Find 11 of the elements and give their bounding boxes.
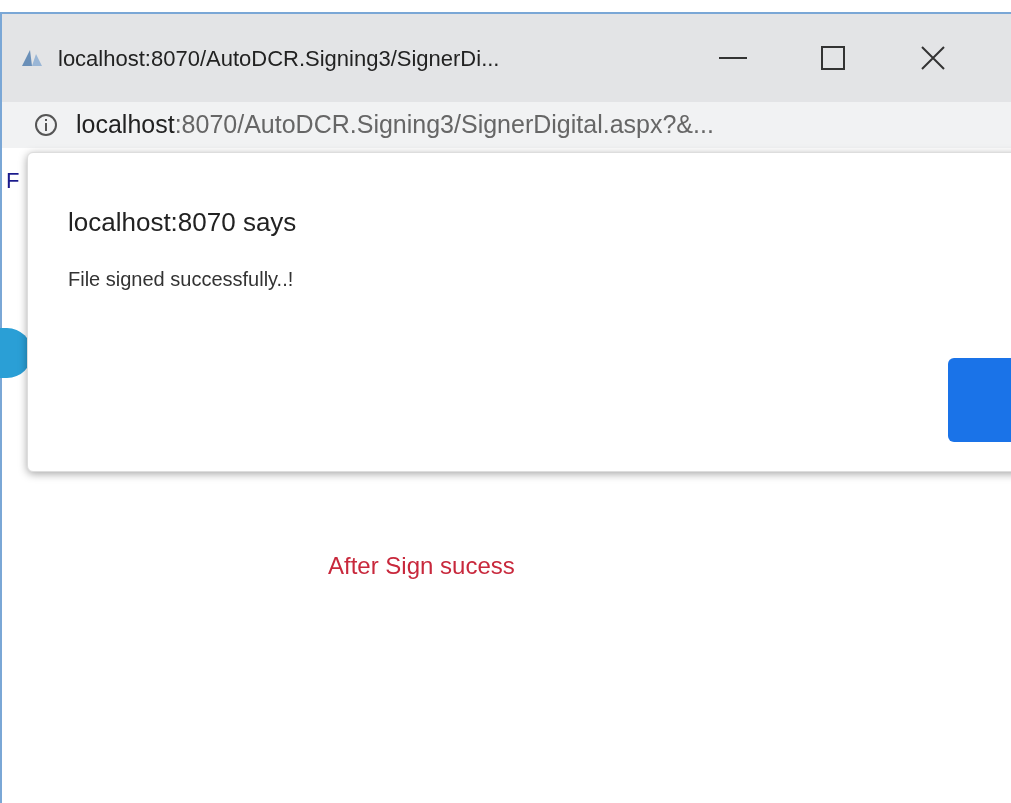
maximize-icon — [821, 46, 845, 70]
annotation-text: After Sign sucess — [328, 552, 515, 579]
window-title: localhost:8070/AutoDCR.Signing3/SignerDi... — [58, 44, 501, 73]
address-bar[interactable]: localhost:8070/AutoDCR.Signing3/SignerDigital.aspx?&... — [2, 102, 1011, 148]
minimize-icon — [719, 57, 747, 59]
info-icon — [34, 113, 58, 137]
url-text: localhost:8070/AutoDCR.Signing3/SignerDigital.aspx?&... — [76, 109, 714, 141]
close-icon — [921, 46, 945, 70]
dialog-message: File signed successfully..! — [68, 267, 295, 292]
page-text: F — [6, 167, 20, 195]
dialog-title: localhost:8070 says — [68, 206, 298, 239]
